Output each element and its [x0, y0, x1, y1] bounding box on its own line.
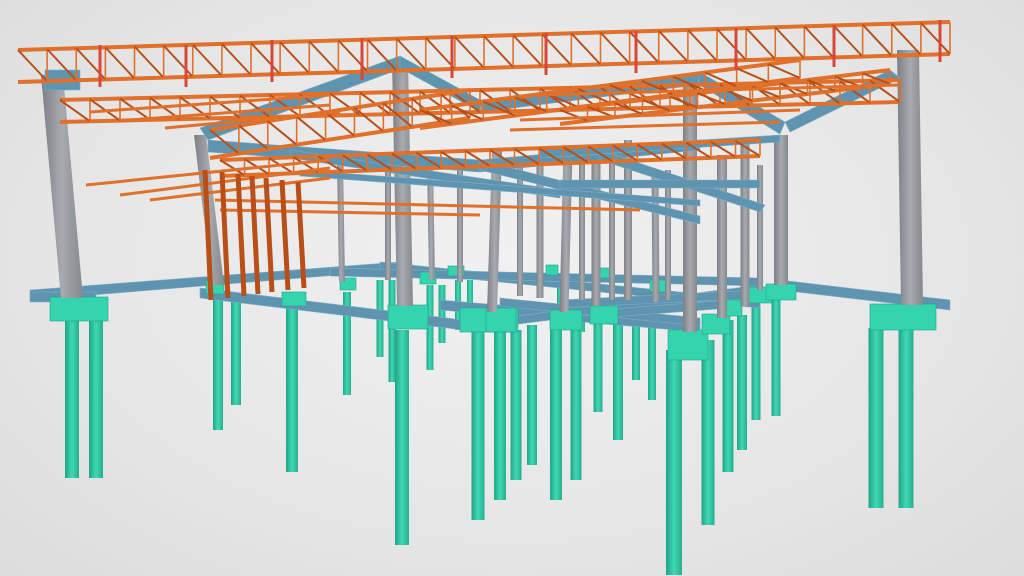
column	[665, 170, 671, 300]
truss-diagonal	[267, 120, 298, 146]
pile	[438, 285, 446, 343]
column	[651, 170, 660, 302]
pile	[771, 298, 781, 416]
pile	[701, 340, 715, 525]
purlin	[219, 208, 481, 217]
3d-model-viewport[interactable]	[0, 0, 1024, 576]
truss-diagonal	[279, 41, 310, 74]
truss-diagonal	[454, 36, 485, 69]
truss-diagonal	[570, 32, 602, 66]
truss-diagonal	[221, 43, 252, 76]
truss-diagonal	[803, 25, 835, 59]
truss-diagonal	[512, 34, 543, 67]
pile	[613, 316, 623, 440]
truss-diagonal	[192, 44, 223, 77]
truss-diagonal	[658, 30, 689, 63]
pile	[868, 328, 884, 508]
truss-diagonal	[736, 67, 769, 84]
truss-diagonal	[716, 28, 747, 61]
pile	[213, 300, 223, 430]
pile	[527, 325, 537, 465]
column	[717, 155, 727, 318]
truss-diagonal	[353, 107, 384, 133]
pile-cap	[281, 291, 307, 307]
truss-diagonal	[296, 115, 327, 141]
truss-diagonal	[861, 23, 893, 57]
truss-diagonal	[483, 35, 514, 68]
truss-diagonal	[774, 26, 806, 60]
pile	[494, 330, 506, 500]
truss-diagonal	[104, 46, 136, 80]
pile	[666, 350, 682, 575]
pile	[65, 318, 79, 478]
truss-diagonal	[162, 44, 194, 78]
pile	[570, 320, 582, 480]
truss-diagonal	[745, 27, 776, 60]
pile-cap	[869, 303, 937, 331]
column	[41, 75, 83, 298]
truss-diagonal	[599, 31, 631, 65]
pile	[722, 320, 734, 472]
truss-diagonal	[767, 63, 801, 79]
pile	[510, 330, 522, 480]
pile-cap	[49, 296, 109, 322]
truss-diagonal	[628, 30, 660, 64]
pile	[286, 305, 298, 472]
pile-cap	[765, 283, 797, 301]
truss-diagonal	[920, 22, 951, 55]
truss-diagonal	[308, 40, 340, 74]
pile	[898, 328, 914, 508]
truss-diagonal	[250, 42, 281, 75]
pile	[737, 315, 747, 450]
pile	[395, 330, 409, 545]
pile	[593, 316, 603, 412]
pile	[550, 320, 562, 500]
roof-truss-front	[17, 20, 951, 84]
pile-cap	[545, 264, 559, 276]
roof-trusses-group	[17, 20, 951, 178]
truss-diagonal	[133, 45, 165, 79]
column	[774, 135, 788, 285]
column	[740, 140, 750, 306]
truss-diagonal	[687, 29, 718, 62]
pile	[89, 318, 103, 478]
pile-cap	[667, 329, 709, 361]
structural-model-render	[17, 20, 951, 575]
pile-cap	[549, 309, 583, 331]
upper-beam	[559, 179, 761, 189]
column	[591, 148, 601, 306]
truss-diagonal	[832, 24, 864, 58]
pile	[751, 305, 761, 420]
pile-cap	[387, 304, 429, 330]
purlin	[214, 198, 641, 212]
pile	[388, 280, 396, 382]
pile	[231, 300, 241, 405]
pile	[471, 330, 485, 520]
pile-cap	[589, 305, 619, 325]
purlin	[509, 120, 781, 132]
truss-diagonal	[17, 49, 48, 82]
column	[897, 50, 923, 305]
